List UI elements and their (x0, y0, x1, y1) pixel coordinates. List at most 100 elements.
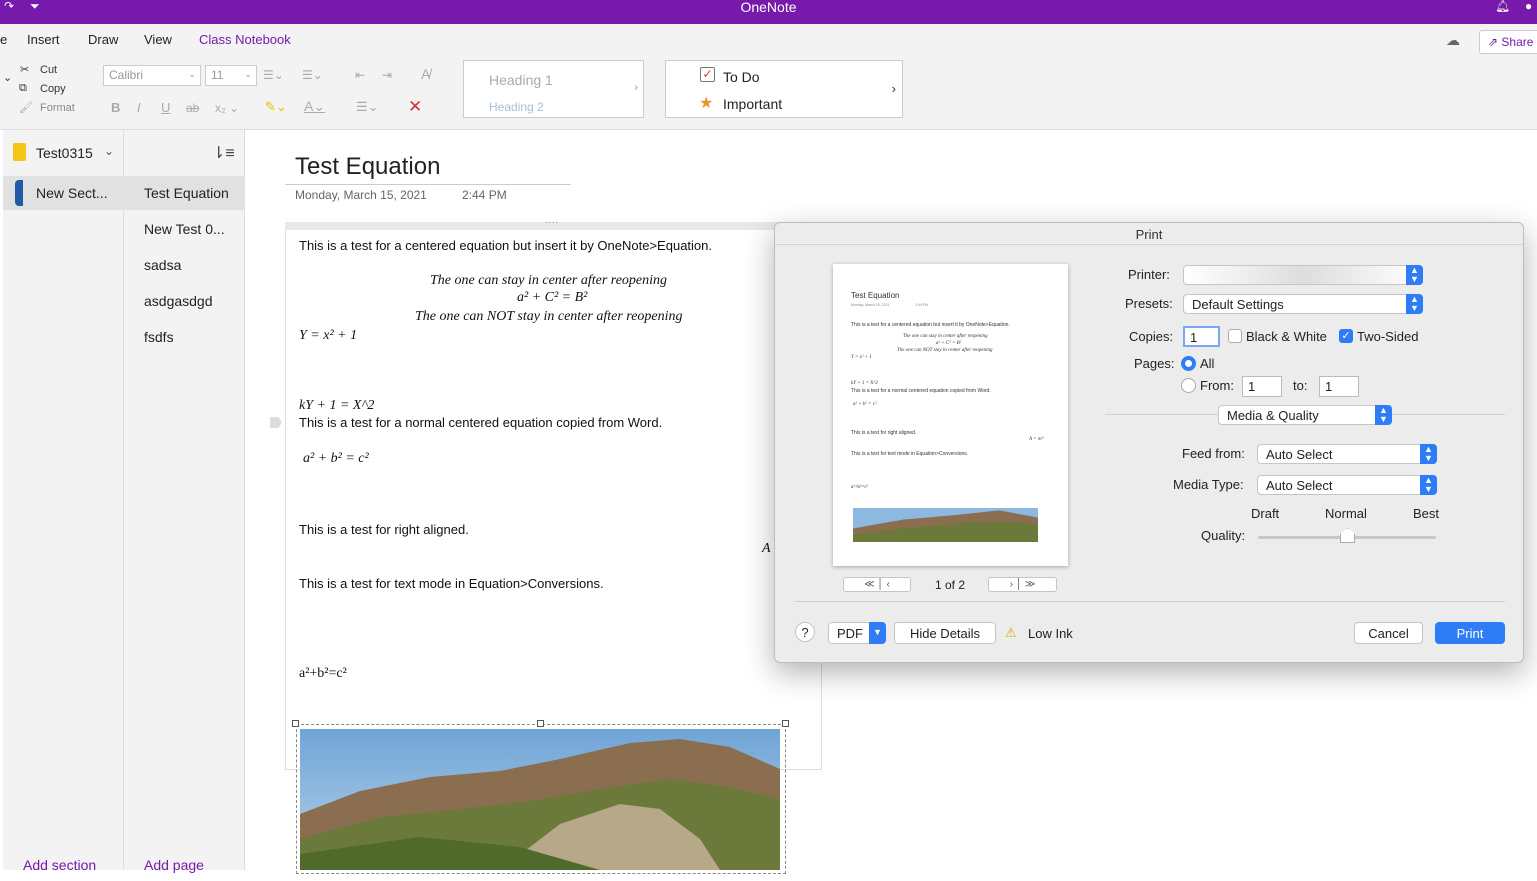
equation-3[interactable]: kY + 1 = X^2 (299, 398, 374, 414)
resize-handle[interactable] (292, 720, 299, 727)
bell-icon[interactable]: 🔔︎ (1495, 0, 1510, 12)
preview-next-last-buttons[interactable]: › │ ≫ (988, 577, 1057, 592)
print-dialog: Print Test Equation Monday, March 15, 20… (774, 222, 1524, 663)
equation-4[interactable]: a² + b² = c² (303, 451, 369, 467)
quality-slider-thumb[interactable] (1340, 528, 1355, 543)
page-item-fsdfs[interactable]: fsdfs (124, 320, 245, 354)
first-page-icon[interactable]: ≪ (864, 579, 874, 590)
font-family-value: Calibri (109, 68, 144, 82)
presets-select[interactable]: Default Settings ▲ ▼ (1183, 294, 1423, 314)
copy-button[interactable]: Copy (40, 83, 66, 95)
help-button[interactable]: ? (795, 622, 815, 642)
printer-select[interactable]: ▲ ▼ (1183, 265, 1423, 285)
pages-from-label: From: (1200, 378, 1234, 393)
note-line-4[interactable]: This is a test for text mode in Equation… (299, 576, 604, 591)
last-page-icon[interactable]: ≫ (1025, 579, 1035, 590)
pages-all-radio[interactable] (1181, 356, 1196, 371)
media-type-select[interactable]: Auto Select ▲ ▼ (1257, 475, 1437, 495)
numbering-icon[interactable]: ☰⌄ (302, 68, 323, 82)
note-line-3[interactable]: This is a test for right aligned. (299, 522, 469, 537)
account-icon[interactable]: ● (1525, 0, 1532, 12)
font-family-select[interactable]: Calibri ⌄ (103, 65, 201, 86)
pages-from-radio[interactable] (1181, 378, 1196, 393)
page-title[interactable]: Test Equation (295, 153, 440, 181)
page-item-asdgasdgd[interactable]: asdgasdgd (124, 284, 245, 318)
bold-button[interactable]: B (111, 100, 120, 115)
cancel-button[interactable]: Cancel (1354, 622, 1423, 644)
font-color-icon[interactable]: A⌄ (304, 98, 325, 115)
tab-insert[interactable]: Insert (27, 32, 60, 47)
prev-page-icon[interactable]: ‹ (886, 579, 889, 590)
tab-view[interactable]: View (144, 32, 172, 47)
add-section-link[interactable]: Add section (23, 857, 96, 873)
bullets-icon[interactable]: ☰⌄ (263, 68, 284, 82)
equation-6[interactable]: a²+b²=c² (299, 666, 347, 682)
page-item-test-equation[interactable]: Test Equation (124, 176, 245, 210)
notebook-icon (13, 143, 26, 161)
highlight-icon[interactable]: ✎⌄ (265, 99, 287, 115)
chevron-right-icon[interactable]: › (634, 82, 638, 94)
style-heading-1[interactable]: Heading 1 (489, 72, 553, 88)
underline-button[interactable]: U (161, 100, 170, 115)
tag-todo[interactable]: To Do (723, 69, 760, 85)
tab-class-notebook[interactable]: Class Notebook (199, 32, 291, 47)
note-line-1[interactable]: This is a test for a centered equation b… (299, 238, 712, 253)
share-label: Share (1501, 35, 1534, 49)
chevron-down-icon[interactable]: ⌄ (104, 144, 114, 158)
pages-to-input[interactable]: 1 (1319, 376, 1359, 397)
tab-draw[interactable]: Draw (88, 32, 118, 47)
paste-dropdown[interactable]: ⌄ (3, 71, 12, 84)
centered-text-2[interactable]: The one can NOT stay in center after reo… (415, 309, 683, 325)
centered-text-1[interactable]: The one can stay in center after reopeni… (430, 273, 667, 289)
next-page-icon[interactable]: › (1010, 579, 1013, 590)
quality-normal-label: Normal (1325, 506, 1367, 521)
feed-from-select[interactable]: Auto Select ▲ ▼ (1257, 444, 1437, 464)
media-type-label: Media Type: (1173, 477, 1244, 492)
section-select[interactable]: Media & Quality ▲ ▼ (1218, 405, 1392, 425)
page-item-new-test[interactable]: New Test 0... (124, 212, 245, 246)
page-indicator: 1 of 2 (935, 578, 966, 592)
ribbon: ⌄ ✂ Cut ⧉ Copy 🖌︎ Format Calibri ⌄ 11 ⌄ ☰⌄… (0, 56, 1537, 130)
align-icon[interactable]: ☰⌄ (356, 99, 379, 115)
preview-first-prev-buttons[interactable]: ≪ │ ‹ (843, 577, 911, 592)
pdf-button[interactable]: PDF ▼ (828, 622, 886, 644)
note-container-handle[interactable]: ···· (285, 217, 822, 230)
two-sided-checkbox[interactable]: ✓ (1339, 329, 1353, 343)
mountain-image[interactable] (300, 729, 780, 870)
outdent-icon[interactable]: ⇤ (355, 68, 365, 82)
indent-icon[interactable]: ⇥ (382, 68, 392, 82)
delete-icon[interactable]: ✕ (408, 97, 422, 117)
strikethrough-button[interactable]: ab (186, 101, 199, 115)
format-painter-icon: 🖌︎ (19, 102, 33, 114)
sync-icon[interactable]: ☁ (1446, 32, 1460, 49)
equation-1[interactable]: a² + C² = B² (517, 290, 587, 306)
notebook-name[interactable]: Test0315 (36, 145, 93, 161)
tab-home[interactable]: e (0, 32, 7, 47)
section-item[interactable]: New Sect... (3, 176, 124, 210)
page-item-sadsa[interactable]: sadsa (124, 248, 245, 282)
resize-handle[interactable] (537, 720, 544, 727)
equation-5[interactable]: A (762, 541, 771, 557)
tag-important[interactable]: Important (723, 96, 782, 112)
black-white-checkbox[interactable] (1228, 329, 1242, 343)
equation-2[interactable]: Y = x² + 1 (299, 328, 357, 344)
font-size-select[interactable]: 11 ⌄ (205, 65, 257, 86)
hide-details-button[interactable]: Hide Details (894, 622, 996, 644)
subscript-button[interactable]: x₂ ⌄ (215, 101, 239, 115)
copies-input[interactable]: 1 (1183, 326, 1220, 347)
note-line-2[interactable]: This is a test for a normal centered equ… (299, 415, 662, 430)
format-painter-button[interactable]: Format (40, 102, 75, 114)
print-button[interactable]: Print (1435, 622, 1505, 644)
pages-from-input[interactable]: 1 (1242, 376, 1282, 397)
share-button[interactable]: ⇗ Share (1479, 30, 1537, 54)
style-heading-2[interactable]: Heading 2 (489, 100, 544, 114)
font-size-value: 11 (211, 68, 224, 82)
italic-button[interactable]: I (137, 100, 141, 115)
sort-icon[interactable]: ⇂≡ (212, 143, 235, 163)
clear-format-icon[interactable]: A̸ (421, 66, 430, 82)
copy-icon: ⧉ (19, 82, 27, 94)
cut-button[interactable]: Cut (40, 64, 57, 76)
chevron-right-icon[interactable]: › (892, 81, 896, 96)
resize-handle[interactable] (782, 720, 789, 727)
add-page-link[interactable]: Add page (144, 857, 204, 873)
